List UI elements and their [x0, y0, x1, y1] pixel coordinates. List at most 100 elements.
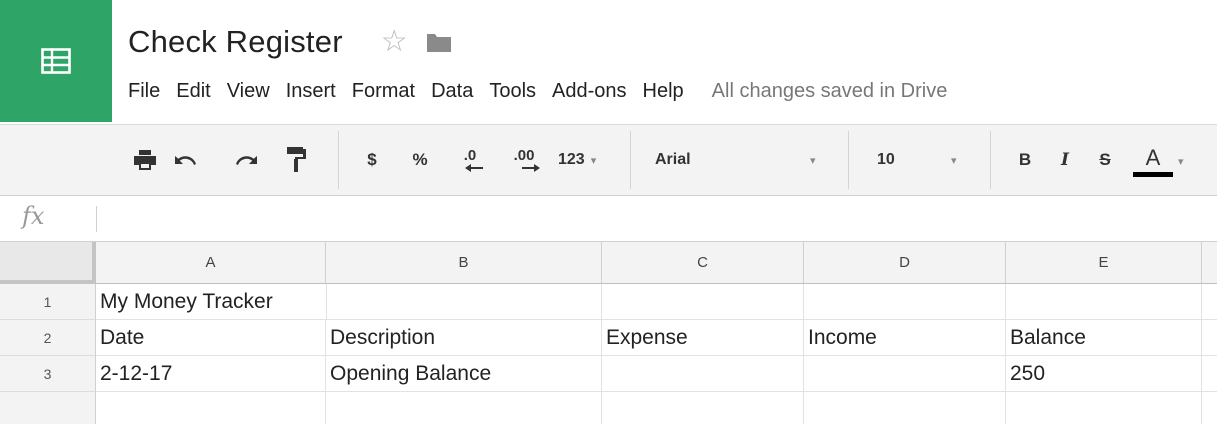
cell-f1[interactable]: [1202, 284, 1217, 320]
cell-a2[interactable]: Date: [96, 320, 326, 356]
cell-e1[interactable]: [1006, 284, 1202, 320]
text-color-swatch: [1133, 171, 1173, 177]
menu-view[interactable]: View: [219, 80, 278, 103]
cell-d3[interactable]: [804, 356, 1006, 392]
font-size-dropdown[interactable]: 10 ▾: [877, 145, 967, 175]
toolbar-separator: [338, 131, 339, 189]
currency-format-button[interactable]: $: [358, 145, 386, 175]
cell-b4[interactable]: [326, 392, 602, 424]
increase-decimal-button[interactable]: .00: [500, 143, 548, 177]
font-size-value: 10: [877, 151, 895, 168]
column-header-c[interactable]: C: [602, 242, 804, 284]
sheets-home-button[interactable]: [0, 0, 112, 122]
cell-e4[interactable]: [1006, 392, 1202, 424]
cell-c4[interactable]: [602, 392, 804, 424]
table-row: 3 2-12-17 Opening Balance 250: [0, 356, 1217, 392]
folder-icon[interactable]: [426, 31, 452, 53]
percent-format-button[interactable]: %: [406, 145, 434, 175]
table-row: [0, 392, 1217, 424]
column-header-f[interactable]: [1202, 242, 1217, 284]
redo-button[interactable]: [230, 145, 264, 175]
bold-label: B: [1018, 150, 1032, 169]
title-row: Check Register ☆: [128, 22, 452, 62]
text-color-label: A: [1145, 144, 1161, 170]
toolbar: $ % .0 .00 123 ▾ Arial ▾ 10 ▾ B I S A ▾: [0, 124, 1217, 196]
cell-b1[interactable]: [326, 284, 602, 320]
toolbar-separator: [848, 131, 849, 189]
bold-button[interactable]: B: [1012, 145, 1038, 175]
cell-c3[interactable]: [602, 356, 804, 392]
menu-format[interactable]: Format: [344, 80, 423, 103]
spreadsheet-grid: A B C D E 1 My Money Tracker 2 Date Desc…: [0, 242, 1217, 424]
cell-c2[interactable]: Expense: [602, 320, 804, 356]
menu-file[interactable]: File: [120, 80, 168, 103]
number-format-label: 123: [558, 151, 585, 168]
cell-e3[interactable]: 250: [1006, 356, 1202, 392]
toolbar-separator: [990, 131, 991, 189]
menu-tools[interactable]: Tools: [481, 80, 544, 103]
increase-decimal-label: .00: [513, 147, 535, 164]
caret-down-icon: ▾: [590, 154, 597, 167]
menu-addons[interactable]: Add-ons: [544, 80, 635, 103]
cell-b2[interactable]: Description: [326, 320, 602, 356]
row-header-3[interactable]: 3: [0, 356, 96, 392]
cell-d4[interactable]: [804, 392, 1006, 424]
column-header-a[interactable]: A: [96, 242, 326, 284]
column-header-e[interactable]: E: [1006, 242, 1202, 284]
sheets-logo-icon: [41, 48, 71, 74]
row-header-1[interactable]: 1: [0, 284, 96, 320]
column-header-d[interactable]: D: [804, 242, 1006, 284]
decrease-decimal-label: .0: [463, 147, 477, 164]
caret-down-icon[interactable]: ▾: [1178, 155, 1184, 168]
strikethrough-button[interactable]: S: [1092, 145, 1118, 175]
redo-icon: [236, 156, 257, 165]
caret-down-icon: ▾: [951, 154, 957, 167]
percent-label: %: [412, 150, 428, 169]
formula-input[interactable]: [110, 204, 1200, 234]
print-icon: [134, 150, 156, 170]
strike-label: S: [1099, 150, 1111, 169]
column-header-row: A B C D E: [0, 242, 1217, 284]
italic-button[interactable]: I: [1052, 145, 1078, 175]
menu-bar: File Edit View Insert Format Data Tools …: [120, 76, 947, 106]
select-all-corner[interactable]: [0, 242, 96, 284]
cell-a1[interactable]: My Money Tracker: [96, 284, 326, 320]
arrow-left-icon: [465, 164, 483, 172]
cell-e2[interactable]: Balance: [1006, 320, 1202, 356]
font-family-value: Arial: [655, 151, 691, 168]
paint-format-icon: [287, 147, 306, 172]
currency-label: $: [367, 150, 377, 169]
print-button[interactable]: [130, 145, 160, 175]
cell-b3[interactable]: Opening Balance: [326, 356, 602, 392]
decrease-decimal-button[interactable]: .0: [450, 143, 490, 177]
column-header-b[interactable]: B: [326, 242, 602, 284]
save-status[interactable]: All changes saved in Drive: [712, 80, 948, 103]
cell-f3[interactable]: [1202, 356, 1217, 392]
formula-bar: fx: [0, 196, 1217, 242]
row-header-2[interactable]: 2: [0, 320, 96, 356]
menu-edit[interactable]: Edit: [168, 80, 218, 103]
cell-d1[interactable]: [804, 284, 1006, 320]
cell-d2[interactable]: Income: [804, 320, 1006, 356]
italic-label: I: [1061, 150, 1069, 170]
cell-c1[interactable]: [602, 284, 804, 320]
fx-icon: fx: [22, 202, 45, 230]
menu-insert[interactable]: Insert: [278, 80, 344, 103]
undo-icon: [175, 156, 196, 165]
menu-help[interactable]: Help: [635, 80, 692, 103]
text-color-button[interactable]: A: [1130, 139, 1176, 183]
formula-separator: [96, 206, 97, 232]
cell-a3[interactable]: 2-12-17: [96, 356, 326, 392]
cell-f2[interactable]: [1202, 320, 1217, 356]
undo-button[interactable]: [168, 145, 202, 175]
star-icon[interactable]: ☆: [381, 27, 408, 57]
menu-data[interactable]: Data: [423, 80, 481, 103]
row-header-4[interactable]: [0, 392, 96, 424]
more-formats-dropdown[interactable]: 123 ▾: [558, 145, 596, 175]
font-family-dropdown[interactable]: Arial ▾: [655, 145, 835, 175]
app-header: Check Register ☆ File Edit View Insert F…: [0, 0, 1217, 124]
paint-format-button[interactable]: [282, 143, 312, 177]
cell-a4[interactable]: [96, 392, 326, 424]
document-title[interactable]: Check Register: [128, 24, 343, 60]
table-row: 2 Date Description Expense Income Balanc…: [0, 320, 1217, 356]
